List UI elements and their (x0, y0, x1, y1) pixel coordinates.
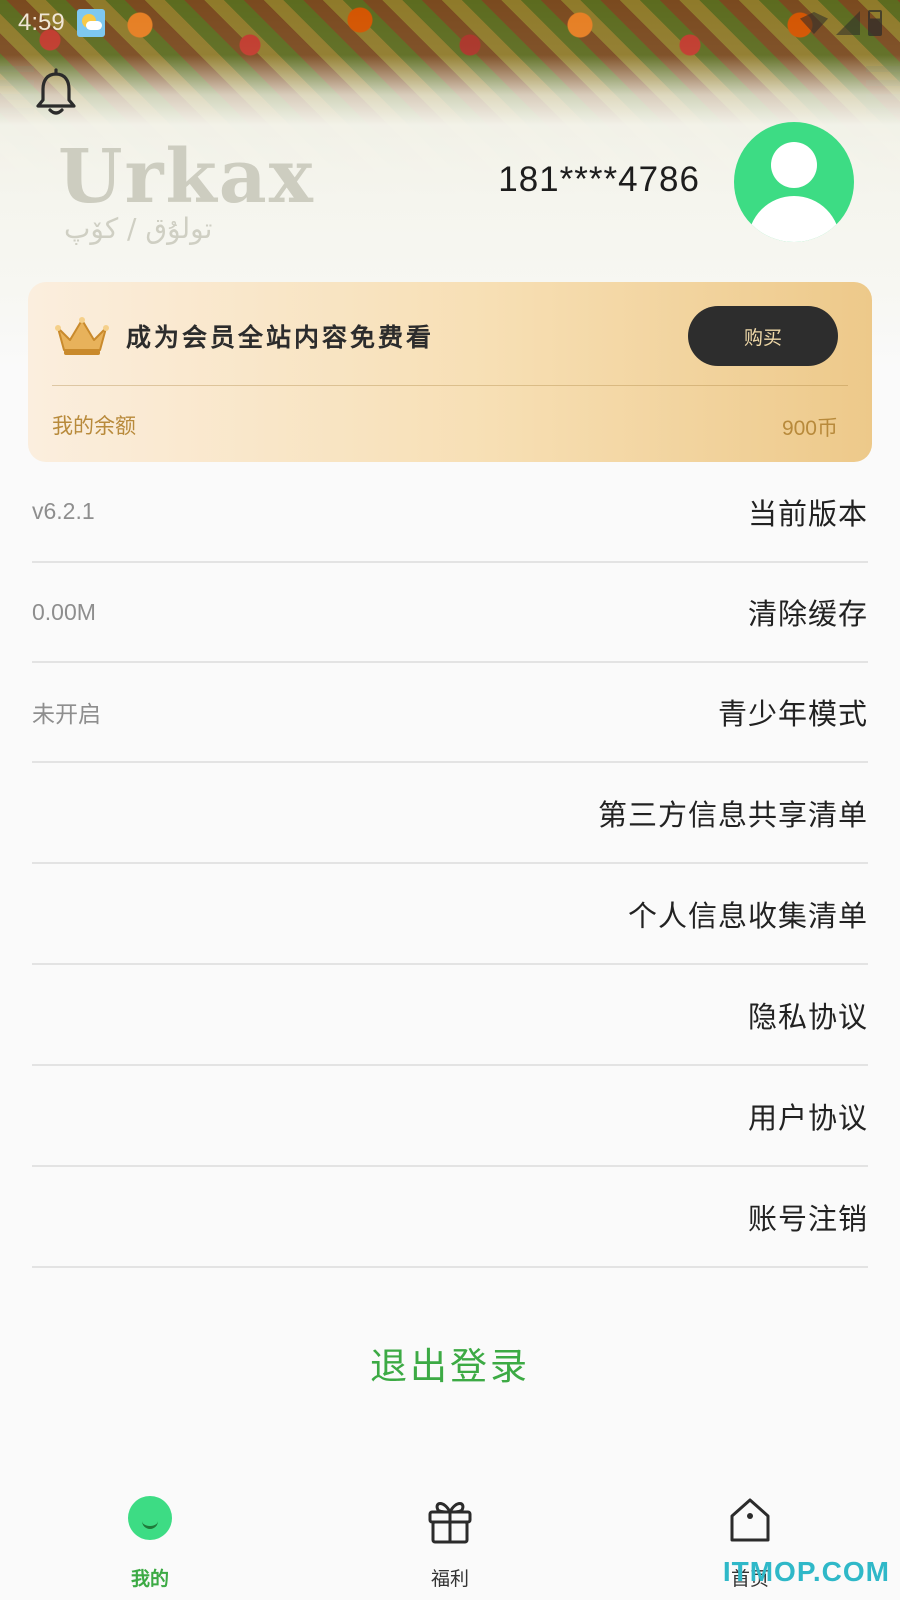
user-agreement-label: 用户协议 (747, 1100, 868, 1135)
nav-tab-me-label: 我的 (130, 1568, 169, 1590)
settings-row-third-party-sharing[interactable]: 第三方信息共享清单 (32, 763, 868, 864)
youth-mode-status: 未开启 (32, 701, 101, 727)
settings-row-personal-info-collection[interactable]: 个人信息收集清单 (32, 864, 868, 965)
wifi-icon (800, 12, 828, 34)
buy-button[interactable]: 购买 (688, 306, 838, 366)
third-party-sharing-label: 第三方信息共享清单 (597, 797, 868, 832)
settings-row-user-agreement[interactable]: 用户协议 (32, 1066, 868, 1167)
smile-face-icon (128, 1496, 172, 1540)
version-label: 当前版本 (747, 496, 868, 531)
site-watermark: ITMOP.COM (722, 1556, 890, 1587)
user-phone[interactable]: 181****4786 (498, 160, 700, 200)
crown-icon (55, 317, 109, 355)
balance-value: 900币 (781, 417, 838, 440)
home-bag-icon (730, 1498, 770, 1542)
avatar-body (748, 196, 840, 242)
clear-cache-label: 清除缓存 (747, 597, 868, 631)
bell-icon[interactable] (30, 68, 82, 120)
signal-icon (836, 11, 860, 35)
cache-size-value: 0.00M (32, 598, 96, 625)
youth-mode-label: 青少年模式 (717, 697, 868, 731)
gift-icon (428, 1502, 472, 1544)
nav-tab-welfare[interactable]: 福利 (390, 1476, 510, 1600)
app-logo: Urkax (58, 134, 315, 220)
settings-row-version[interactable]: v6.2.1 当前版本 (32, 462, 868, 563)
settings-row-youth-mode[interactable]: 未开启 青少年模式 (32, 663, 868, 763)
balance-label: 我的余额 (52, 414, 136, 438)
version-value: v6.2.1 (32, 498, 95, 524)
nav-tab-me[interactable]: 我的 (90, 1476, 210, 1600)
logout-button[interactable]: 退出登录 (0, 1336, 900, 1390)
vip-promo-text: 成为会员全站内容免费看 (126, 323, 435, 352)
settings-row-clear-cache[interactable]: 0.00M 清除缓存 (32, 563, 868, 663)
vip-membership-card: 成为会员全站内容免费看 购买 我的余额 900币 (28, 282, 872, 462)
nav-tab-welfare-label: 福利 (430, 1568, 469, 1590)
vip-divider (52, 385, 848, 386)
status-time: 4:59 (18, 9, 65, 36)
battery-icon (868, 10, 882, 36)
weather-icon (76, 9, 105, 37)
personal-info-collection-label: 个人信息收集清单 (627, 898, 868, 933)
bell-icon-svg (36, 68, 76, 115)
avatar-head (771, 142, 817, 188)
settings-list: v6.2.1 当前版本 0.00M 清除缓存 未开启 青少年模式 第三方信息共享… (32, 462, 868, 1268)
settings-row-delete-account[interactable]: 账号注销 (32, 1167, 868, 1268)
status-bar: 4:59 (0, 0, 900, 46)
status-indicators (800, 10, 882, 36)
privacy-policy-label: 隐私协议 (747, 999, 868, 1034)
user-avatar-icon[interactable] (734, 122, 854, 242)
delete-account-label: 账号注销 (747, 1201, 868, 1236)
app-logo-subtitle: تولۇق / كۆپ (64, 212, 213, 245)
settings-row-privacy-policy[interactable]: 隐私协议 (32, 965, 868, 1066)
